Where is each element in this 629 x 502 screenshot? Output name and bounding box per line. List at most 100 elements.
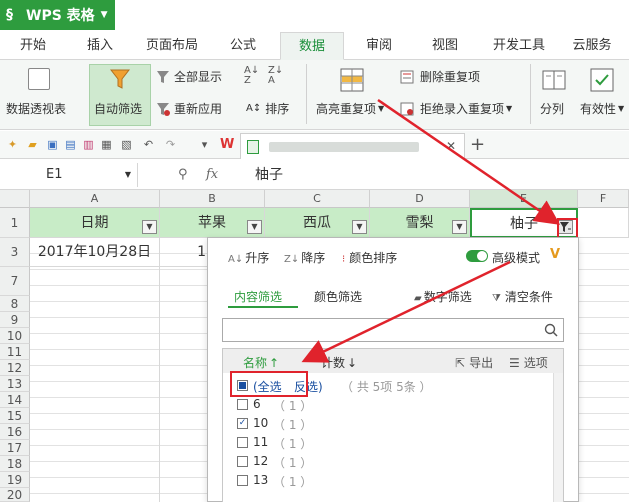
filter-dropdown-icon[interactable]: ▼ — [352, 220, 367, 234]
list-item[interactable]: 11 （ 1 ） — [223, 433, 563, 452]
save-icon[interactable]: ▣ — [46, 138, 59, 151]
name-box[interactable]: E1 ▼ — [0, 163, 138, 187]
reapply-button[interactable]: 重新应用 — [156, 100, 222, 117]
remove-duplicates-button[interactable]: 删除重复项 — [400, 68, 480, 85]
save-as-icon[interactable]: ▤ — [64, 138, 77, 151]
tab-view[interactable]: 视图 — [422, 32, 468, 60]
search-icon — [544, 323, 558, 337]
list-item[interactable]: 13 （ 1 ） — [223, 471, 563, 490]
sort-ascending-button[interactable]: A↓ 升序 — [228, 249, 269, 266]
row-header-15[interactable]: 15 — [0, 408, 30, 424]
tab-review[interactable]: 审阅 — [356, 32, 402, 60]
app-menu-button[interactable]: § WPS 表格 ▼ — [0, 0, 115, 30]
split-column-button[interactable]: 分列 — [540, 100, 564, 117]
cell-a3[interactable]: 2017年10月28日 — [30, 238, 160, 267]
filter-dropdown-icon[interactable]: ▼ — [452, 220, 467, 234]
column-header-f[interactable]: F — [578, 190, 629, 208]
fx-icon[interactable]: fx — [206, 163, 218, 187]
options-button[interactable]: ☰ 选项 — [509, 354, 548, 371]
close-tab-icon[interactable]: ✕ — [446, 139, 456, 153]
tab-formula[interactable]: 公式 — [218, 32, 268, 60]
row-header-20[interactable]: 20 — [0, 488, 30, 502]
row-header-10[interactable]: 10 — [0, 328, 30, 344]
tab-developer[interactable]: 开发工具 — [486, 32, 552, 60]
row-header-14[interactable]: 14 — [0, 392, 30, 408]
row-header-11[interactable]: 11 — [0, 344, 30, 360]
pivot-table-button[interactable]: 数据透视表 — [6, 100, 66, 117]
column-header-c[interactable]: C — [265, 190, 370, 208]
cell-d1[interactable]: 雪梨 ▼ — [370, 208, 470, 238]
list-item[interactable]: 12 （ 1 ） — [223, 452, 563, 471]
sort-button[interactable]: A↕ 排序 — [246, 100, 289, 117]
print-icon[interactable]: ▦ — [100, 138, 113, 151]
color-sort-button[interactable]: ⁝ 颜色排序 — [342, 249, 397, 266]
filter-search-input[interactable] — [222, 318, 564, 342]
sort-descending-button[interactable]: Z↓ 降序 — [284, 249, 325, 266]
print-preview-icon[interactable]: ▥ — [82, 138, 95, 151]
show-all-button[interactable]: 全部显示 — [156, 68, 222, 85]
column-header-b[interactable]: B — [160, 190, 265, 208]
new-file-icon[interactable]: ✦ — [6, 138, 19, 151]
list-item[interactable]: 6 （ 1 ） — [223, 395, 563, 414]
ribbon-divider — [306, 64, 307, 124]
open-folder-icon[interactable]: ▰ — [26, 138, 39, 151]
sort-za-icon[interactable]: Z↓ A — [268, 66, 283, 86]
row-header-8[interactable]: 8 — [0, 296, 30, 312]
filter-dropdown-icon[interactable]: ▼ — [142, 220, 157, 234]
list-item[interactable]: ✓ 10 （ 1 ） — [223, 414, 563, 433]
tab-insert[interactable]: 插入 — [75, 32, 125, 60]
sort-by-name-button[interactable]: 名称 ↑ — [243, 354, 279, 371]
customize-chevron-icon[interactable]: ▾ — [198, 138, 211, 151]
row-header-7[interactable]: 7 — [0, 267, 30, 296]
row-header-12[interactable]: 12 — [0, 360, 30, 376]
export-button[interactable]: ⇱ 导出 — [455, 354, 493, 371]
column-header-d[interactable]: D — [370, 190, 470, 208]
row-header-18[interactable]: 18 — [0, 456, 30, 472]
highlight-duplicates-button[interactable]: 高亮重复项 ▼ — [316, 100, 384, 117]
redo-icon[interactable]: ↷ — [164, 138, 177, 151]
row-header-3[interactable]: 3 — [0, 238, 30, 267]
tab-color-filter[interactable]: 颜色筛选 — [314, 288, 362, 305]
tab-content-filter[interactable]: 内容筛选 — [234, 288, 282, 305]
clear-conditions-button[interactable]: ⧩ 清空条件 — [492, 288, 553, 305]
cell-b3[interactable]: 1 — [160, 238, 210, 267]
item-checkbox[interactable] — [237, 399, 248, 410]
new-tab-icon[interactable]: + — [470, 134, 485, 155]
cell-a1[interactable]: 日期 ▼ — [30, 208, 160, 238]
tab-page-layout[interactable]: 页面布局 — [138, 32, 206, 60]
filter-dropdown-icon[interactable]: ▼ — [247, 220, 262, 234]
validity-button[interactable]: 有效性 ▼ — [580, 100, 624, 117]
advanced-mode-toggle[interactable] — [466, 250, 488, 262]
undo-icon[interactable]: ↶ — [142, 138, 155, 151]
tab-home[interactable]: 开始 — [6, 32, 60, 60]
zoom-search-icon[interactable]: ⚲ — [178, 163, 188, 187]
cell-b1[interactable]: 苹果 ▼ — [160, 208, 265, 238]
column-header-e[interactable]: E — [470, 190, 578, 208]
filter-reapply-icon — [157, 102, 170, 116]
row-header-1[interactable]: 1 — [0, 208, 30, 238]
item-checkbox[interactable] — [237, 437, 248, 448]
reject-duplicates-button[interactable]: 拒绝录入重复项 ▼ — [400, 100, 512, 117]
row-header-9[interactable]: 9 — [0, 312, 30, 328]
row-header-13[interactable]: 13 — [0, 376, 30, 392]
row-header-16[interactable]: 16 — [0, 424, 30, 440]
cell-c1[interactable]: 西瓜 ▼ — [265, 208, 370, 238]
wps-w-icon[interactable]: W — [220, 138, 234, 151]
item-checkbox[interactable] — [237, 475, 248, 486]
item-checkbox[interactable] — [237, 456, 248, 467]
row-header-19[interactable]: 19 — [0, 472, 30, 488]
select-all-corner[interactable] — [0, 190, 30, 208]
list-scrollbar[interactable] — [553, 373, 563, 502]
formula-content[interactable]: 柚子 — [255, 163, 283, 187]
item-checkbox-checked[interactable]: ✓ — [237, 418, 248, 429]
column-header-a[interactable]: A — [30, 190, 160, 208]
row-header-17[interactable]: 17 — [0, 440, 30, 456]
tab-cloud[interactable]: 云服务 — [564, 32, 620, 60]
sort-az-icon[interactable]: A↓ Z — [244, 66, 259, 86]
sort-by-count-button[interactable]: 计数 ↓ — [321, 354, 357, 371]
format-painter-icon[interactable]: ▧ — [120, 138, 133, 151]
cell-f1[interactable] — [578, 208, 629, 238]
document-tab[interactable]: ✕ — [240, 133, 465, 159]
tab-data[interactable]: 数据 — [280, 32, 344, 60]
number-filter-button[interactable]: ▰ 数字筛选 — [414, 288, 472, 305]
